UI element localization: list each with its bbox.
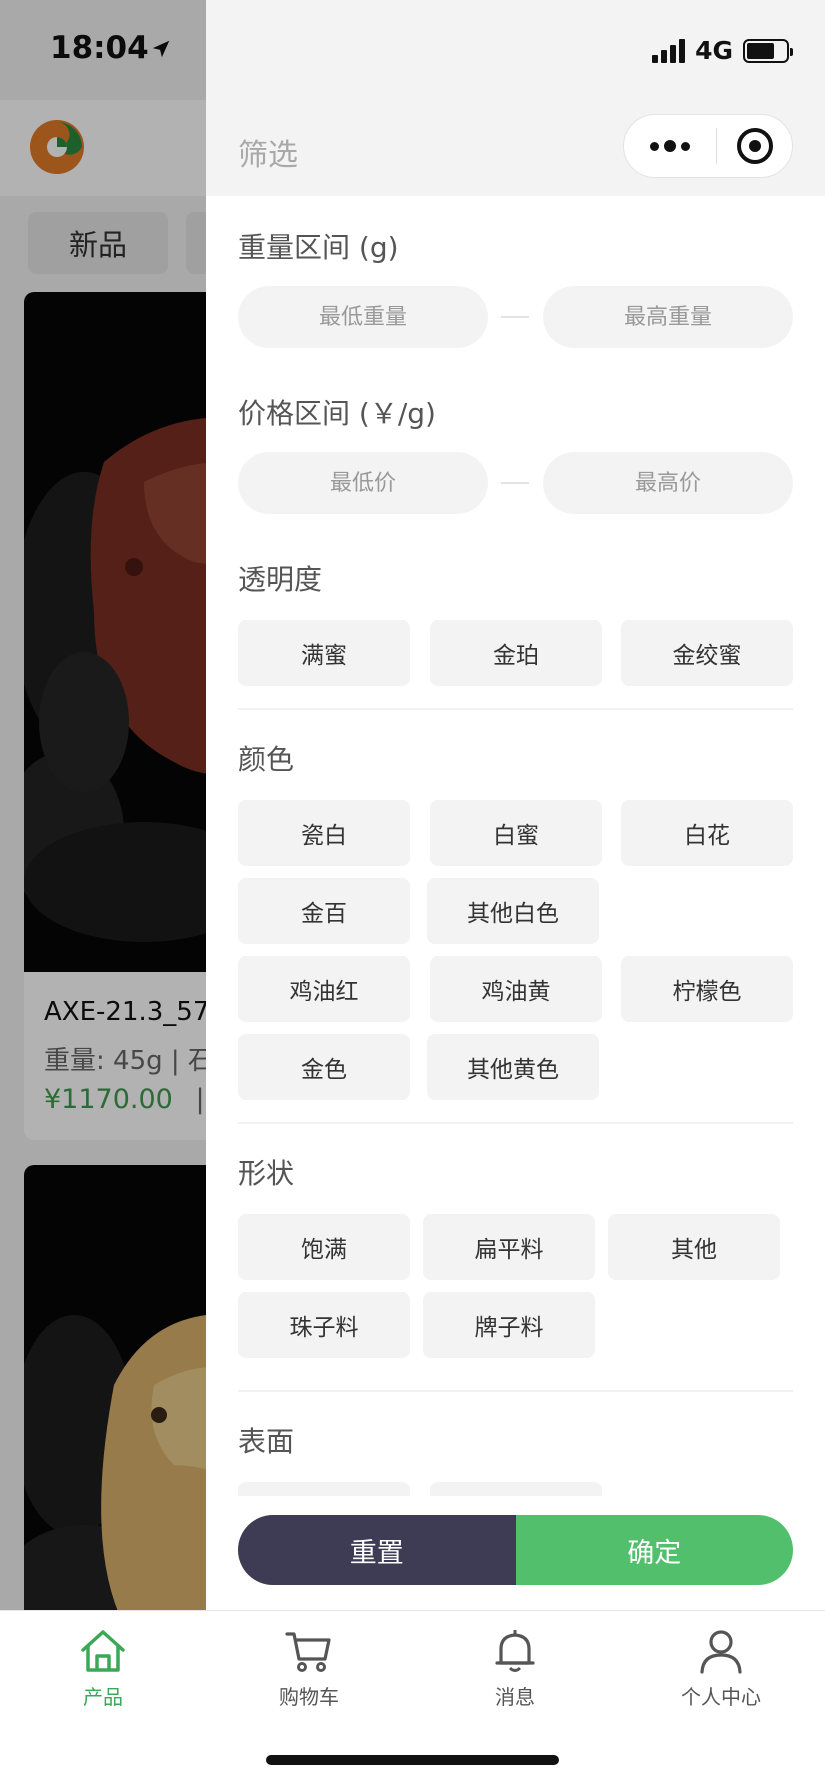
color-label: 颜色: [238, 743, 295, 776]
max-weight-input[interactable]: [543, 286, 793, 348]
status-indicators: 4G: [652, 36, 793, 65]
surface-label: 表面: [238, 1425, 295, 1458]
filter-action-bar: 重置 确定: [238, 1515, 793, 1585]
transparency-option[interactable]: 满蜜: [238, 620, 410, 686]
shape-option[interactable]: 饱满: [238, 1214, 410, 1280]
shape-option[interactable]: 牌子料: [423, 1292, 595, 1358]
color-option[interactable]: 白蜜: [430, 800, 602, 866]
shape-label: 形状: [238, 1157, 295, 1190]
drawer-header: 4G 筛选: [206, 0, 825, 196]
transparency-option[interactable]: 金绞蜜: [621, 620, 793, 686]
min-price-input[interactable]: [238, 452, 488, 514]
home-icon: [81, 1630, 125, 1672]
color-option[interactable]: 金色: [238, 1034, 410, 1100]
confirm-button[interactable]: 确定: [515, 1515, 793, 1585]
tab-products[interactable]: 产品: [0, 1625, 206, 1721]
home-indicator: [266, 1755, 559, 1765]
bell-icon: [495, 1630, 535, 1672]
network-type: 4G: [695, 36, 733, 65]
color-option[interactable]: 金百: [238, 878, 410, 944]
filter-body[interactable]: 重量区间 (g) 价格区间 (￥/g) 透明度 满蜜 金珀 金绞蜜 颜色 瓷白 …: [206, 196, 825, 1496]
user-icon: [700, 1630, 742, 1674]
section-divider: [238, 1390, 793, 1392]
surface-option[interactable]: [430, 1482, 602, 1496]
color-option[interactable]: 其他白色: [427, 878, 599, 944]
color-option[interactable]: 柠檬色: [621, 956, 793, 1022]
price-range-label: 价格区间 (￥/g): [238, 397, 436, 430]
more-icon[interactable]: [624, 115, 716, 177]
tab-label: 购物车: [279, 1685, 339, 1709]
transparency-option[interactable]: 金珀: [430, 620, 602, 686]
tab-cart[interactable]: 购物车: [206, 1625, 412, 1721]
weight-range-label: 重量区间 (g): [238, 231, 399, 264]
shape-option[interactable]: 其他: [608, 1214, 780, 1280]
tab-label: 个人中心: [681, 1685, 761, 1709]
section-divider: [238, 1122, 793, 1124]
filter-drawer: 4G 筛选 重量区间 (g) 价格区间 (￥/g) 透明度 满蜜 金珀 金绞蜜 …: [206, 0, 825, 1610]
mini-program-capsule: [623, 114, 793, 178]
drawer-title: 筛选: [238, 138, 298, 173]
color-option[interactable]: 瓷白: [238, 800, 410, 866]
transparency-label: 透明度: [238, 563, 323, 596]
close-target-icon[interactable]: [717, 115, 792, 177]
color-option[interactable]: 白花: [621, 800, 793, 866]
surface-option[interactable]: [238, 1482, 410, 1496]
battery-icon: [743, 38, 793, 63]
max-price-input[interactable]: [543, 452, 793, 514]
tab-label: 产品: [83, 1685, 123, 1709]
min-weight-input[interactable]: [238, 286, 488, 348]
signal-icon: [652, 38, 686, 63]
shape-option[interactable]: 扁平料: [423, 1214, 595, 1280]
cart-icon: [285, 1632, 331, 1672]
color-option[interactable]: 鸡油黄: [430, 956, 602, 1022]
section-divider: [238, 708, 793, 710]
color-option[interactable]: 其他黄色: [427, 1034, 599, 1100]
tab-messages[interactable]: 消息: [412, 1625, 618, 1721]
range-dash: [501, 316, 529, 318]
reset-button[interactable]: 重置: [238, 1515, 516, 1585]
range-dash: [501, 482, 529, 484]
shape-option[interactable]: 珠子料: [238, 1292, 410, 1358]
color-option[interactable]: 鸡油红: [238, 956, 410, 1022]
tab-profile[interactable]: 个人中心: [618, 1625, 824, 1721]
tab-label: 消息: [495, 1685, 535, 1709]
